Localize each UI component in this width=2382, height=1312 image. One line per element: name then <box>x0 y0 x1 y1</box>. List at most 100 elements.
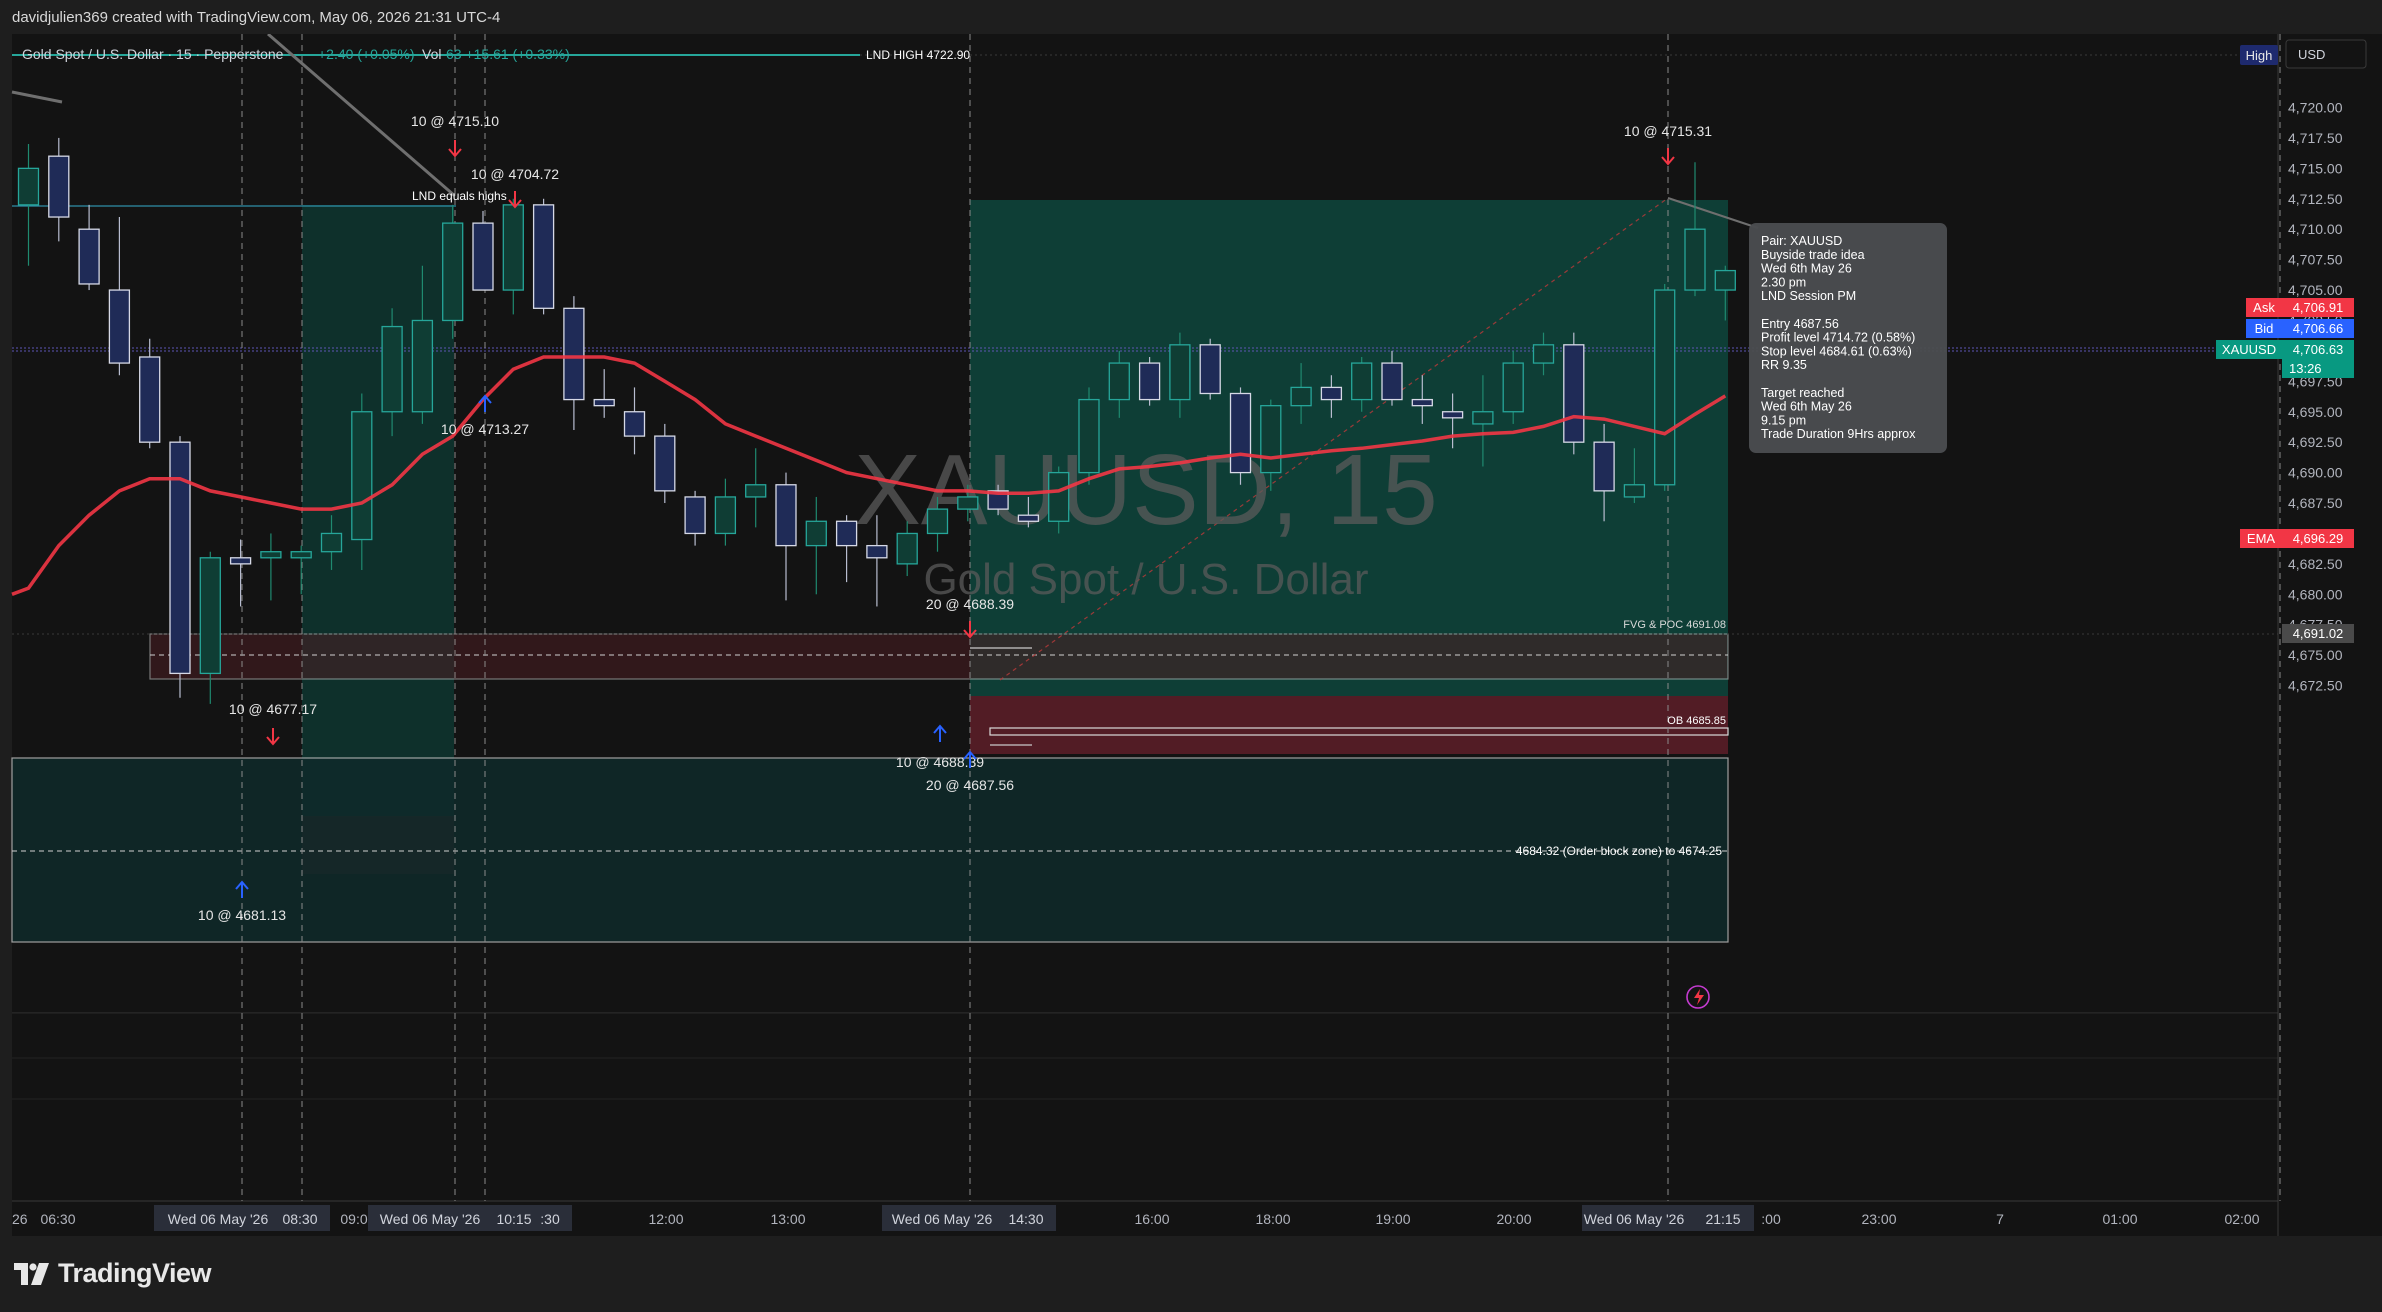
time-highlight-time: 08:30 <box>282 1211 317 1227</box>
candle-bullish[interactable] <box>502 204 524 291</box>
candle-bearish[interactable] <box>532 204 555 309</box>
candle-bullish[interactable] <box>1108 362 1130 401</box>
tradingview-logo-icon <box>14 1262 49 1285</box>
candle-bearish[interactable] <box>1199 344 1221 395</box>
candle-bullish[interactable] <box>1351 362 1373 401</box>
candle-bearish[interactable] <box>1229 392 1252 474</box>
last-value: 4,706.63 <box>2293 342 2344 357</box>
fvg-poc-zone[interactable] <box>149 633 1729 680</box>
price-tick: 4,720.00 <box>2288 100 2343 116</box>
volume-pane <box>12 1013 2278 1201</box>
candle-bullish[interactable] <box>896 532 918 565</box>
candle-bullish[interactable] <box>1290 386 1312 407</box>
candle-bullish[interactable] <box>442 222 464 322</box>
tooltip-line: RR 9.35 <box>1761 358 1807 372</box>
time-tick: 13:00 <box>770 1211 805 1227</box>
crosshair-price-label: 4,691.02 <box>2282 624 2354 643</box>
trade-label-6: 20 @ 4688.39 <box>926 596 1014 612</box>
attribution-bar: davidjulien369 created with TradingView.… <box>0 0 2382 34</box>
candle-bearish[interactable] <box>563 307 585 401</box>
candle-bearish[interactable] <box>108 289 131 364</box>
candle-bullish[interactable] <box>745 484 767 498</box>
candle-bullish[interactable] <box>1502 362 1524 413</box>
candle-bullish[interactable] <box>17 167 40 206</box>
time-tick: 18:00 <box>1255 1211 1290 1227</box>
time-highlight-date: Wed 06 May '26 <box>168 1211 269 1227</box>
candle-bearish[interactable] <box>654 435 676 492</box>
candle-bullish[interactable] <box>260 551 282 559</box>
candle-bearish[interactable] <box>775 484 797 547</box>
candle-bearish[interactable] <box>472 222 494 291</box>
candle-bullish[interactable] <box>1684 228 1706 291</box>
price-tick: 4,710.00 <box>2288 221 2343 237</box>
price-tick: 4,692.50 <box>2288 434 2343 450</box>
order-block-label: 4684.32 (Order block zone) to 4674.25 <box>1516 844 1722 858</box>
price-tick: 4,715.00 <box>2288 160 2343 176</box>
candle-bearish[interactable] <box>866 544 888 559</box>
candle-bullish[interactable] <box>957 496 979 510</box>
price-tick: 4,680.00 <box>2288 586 2343 602</box>
candle-bearish[interactable] <box>593 398 615 407</box>
legend-symbol[interactable]: Gold Spot / U.S. Dollar · 15 · Peppersto… <box>22 46 284 62</box>
candle-bearish[interactable] <box>623 411 646 437</box>
candle-bearish[interactable] <box>1411 398 1433 407</box>
bid-label: Bid 4,706.66 <box>2246 319 2354 338</box>
candle-bullish[interactable] <box>320 532 343 553</box>
price-tick: 4,675.00 <box>2288 647 2343 663</box>
candle-bullish[interactable] <box>1078 398 1100 474</box>
time-fragment: :30 <box>540 1211 560 1227</box>
candle-bullish[interactable] <box>290 551 312 559</box>
time-tick: 02:00 <box>2224 1211 2259 1227</box>
time-tick: 12:00 <box>648 1211 683 1227</box>
candle-bullish[interactable] <box>805 520 827 547</box>
price-tick: 4,705.00 <box>2288 282 2343 298</box>
candle-bearish[interactable] <box>1017 514 1040 522</box>
candle-bullish[interactable] <box>1654 289 1676 486</box>
legend-vol-label: Vol <box>422 46 441 62</box>
candle-bullish[interactable] <box>1472 411 1494 425</box>
time-tick: 7 <box>1996 1211 2004 1227</box>
candle-bearish[interactable] <box>1563 344 1585 443</box>
tooltip-line: 2.30 pm <box>1761 275 1806 289</box>
fvg-poc-label: FVG & POC 4691.08 <box>1623 619 1726 631</box>
long-position-zone-1[interactable] <box>302 205 454 817</box>
candle-bearish[interactable] <box>1138 362 1161 401</box>
candle-bullish[interactable] <box>351 411 373 541</box>
candle-bearish[interactable] <box>48 155 70 218</box>
candle-bearish[interactable] <box>835 520 858 547</box>
legend-vol-value: 63 +15.61 (+0.33%) <box>446 46 570 62</box>
candle-bearish[interactable] <box>169 441 191 675</box>
trade-label-9: 10 @ 4715.31 <box>1624 123 1712 139</box>
candle-bearish[interactable] <box>1381 362 1403 401</box>
trade-label-5: 10 @ 4681.13 <box>198 907 286 923</box>
candle-bullish[interactable] <box>1623 484 1646 498</box>
candle-bearish[interactable] <box>1320 386 1343 401</box>
candle-bullish[interactable] <box>199 557 221 675</box>
time-highlight-date: Wed 06 May '26 <box>1584 1211 1685 1227</box>
ema-name: EMA <box>2247 531 2276 546</box>
candle-bullish[interactable] <box>714 496 737 535</box>
stop-zone-2[interactable] <box>970 696 1728 754</box>
candle-bullish[interactable] <box>1169 344 1191 401</box>
candle-bearish[interactable] <box>1593 441 1615 492</box>
candle-bearish[interactable] <box>229 557 252 565</box>
candle-bullish[interactable] <box>1714 269 1736 291</box>
bid-name: Bid <box>2255 321 2274 336</box>
candle-bullish[interactable] <box>1532 344 1555 364</box>
price-chart[interactable]: XAUUSD, 15 Gold Spot / U.S. Dollar Gold … <box>0 34 2382 1236</box>
candle-bullish[interactable] <box>381 325 403 413</box>
trade-idea-tooltip[interactable]: Pair: XAUUSDBuyside trade ideaWed 6th Ma… <box>1749 223 1947 453</box>
tooltip-line: Buyside trade idea <box>1761 248 1865 262</box>
candle-bullish[interactable] <box>1260 405 1282 474</box>
candle-bearish[interactable] <box>139 356 161 443</box>
candle-bearish[interactable] <box>78 228 100 285</box>
lnd-equals-highs-label: LND equals highs <box>412 189 507 203</box>
candle-bearish[interactable] <box>684 496 706 535</box>
candle-bullish[interactable] <box>1048 471 1070 522</box>
footer-bar <box>0 1236 2382 1312</box>
tooltip-line: Stop level 4684.61 (0.63%) <box>1761 344 1912 358</box>
tradingview-logo[interactable]: TradingView <box>14 1258 212 1289</box>
candle-bullish[interactable] <box>926 508 949 535</box>
candle-bullish[interactable] <box>411 319 434 413</box>
candle-bearish[interactable] <box>1441 411 1464 419</box>
